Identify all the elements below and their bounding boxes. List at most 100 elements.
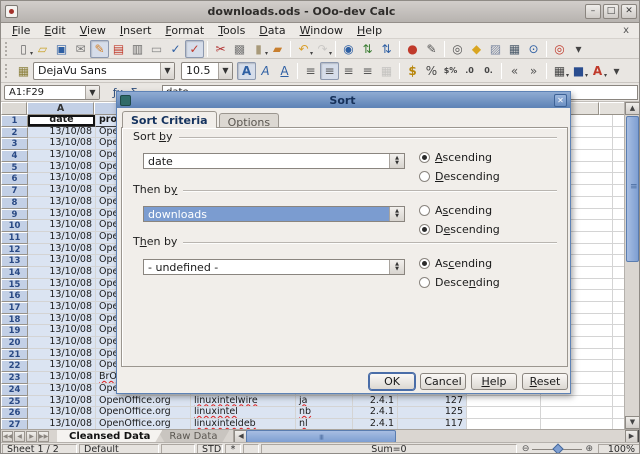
document-as-email-button[interactable]: ✉: [71, 40, 90, 58]
menu-insert[interactable]: Insert: [113, 23, 159, 38]
then-by-2-ascending-radio[interactable]: Ascending: [419, 256, 492, 270]
then-by-1-ascending-radio[interactable]: Ascending: [419, 203, 492, 217]
toolbar-overflow-button[interactable]: ▾: [569, 40, 588, 58]
cell-A3[interactable]: 13/10/08: [28, 138, 96, 150]
background-color-button[interactable]: ■▾: [569, 62, 588, 80]
row-header-17[interactable]: 17: [1, 302, 28, 314]
cell-styles-button[interactable]: ▦: [14, 62, 33, 80]
gallery-button[interactable]: ▨: [486, 40, 505, 58]
last-sheet-button[interactable]: ▶▶: [38, 431, 49, 442]
zoom-in-icon[interactable]: ⊕: [585, 444, 593, 454]
format-paintbrush-button[interactable]: ▰: [268, 40, 287, 58]
cell-A12[interactable]: 13/10/08: [28, 244, 96, 256]
navigator-button[interactable]: ◆: [467, 40, 486, 58]
cell-A22[interactable]: 13/10/08: [28, 360, 96, 372]
menu-data[interactable]: Data: [252, 23, 292, 38]
menu-window[interactable]: Window: [293, 23, 350, 38]
cell-A26[interactable]: 13/10/08: [28, 407, 96, 419]
cell-A14[interactable]: 13/10/08: [28, 267, 96, 279]
row-header-20[interactable]: 20: [1, 337, 28, 349]
chevron-down-icon[interactable]: ▼: [218, 63, 232, 79]
maximize-button[interactable]: □: [603, 4, 619, 19]
ok-button[interactable]: OK: [369, 373, 415, 390]
cell-A24[interactable]: 13/10/08: [28, 384, 96, 396]
cell-A17[interactable]: 13/10/08: [28, 302, 96, 314]
menu-edit[interactable]: Edit: [37, 23, 72, 38]
reset-button[interactable]: Reset: [522, 373, 568, 390]
row-header-8[interactable]: 8: [1, 197, 28, 209]
select-all-corner[interactable]: [1, 102, 27, 115]
name-box[interactable]: A1:F29 ▼: [4, 85, 100, 100]
cell-A9[interactable]: 13/10/08: [28, 209, 96, 221]
row-header-25[interactable]: 25: [1, 396, 28, 408]
cell-F25[interactable]: 127: [398, 396, 467, 408]
zoom-slider-thumb[interactable]: [553, 443, 564, 454]
spellcheck-button[interactable]: ✓: [166, 40, 185, 58]
cell-A6[interactable]: 13/10/08: [28, 173, 96, 185]
sort-by-combo[interactable]: date▲▼: [143, 153, 405, 169]
row-header-13[interactable]: 13: [1, 255, 28, 267]
increase-indent-button[interactable]: »: [524, 62, 543, 80]
cancel-button[interactable]: Cancel: [420, 373, 466, 390]
cell-A21[interactable]: 13/10/08: [28, 349, 96, 361]
cell-B25[interactable]: OpenOffice.org: [96, 396, 191, 408]
zoom-out-icon[interactable]: ⊖: [522, 444, 530, 454]
row-header-5[interactable]: 5: [1, 162, 28, 174]
dialog-close-button[interactable]: ✕: [554, 94, 567, 107]
cell-A23[interactable]: 13/10/08: [28, 372, 96, 384]
align-center-button[interactable]: ≡: [320, 62, 339, 80]
radio-unselected-icon[interactable]: [419, 171, 430, 182]
menu-format[interactable]: Format: [158, 23, 211, 38]
help-button[interactable]: Help: [471, 373, 517, 390]
spinner-icon[interactable]: ▲▼: [389, 260, 404, 274]
chevron-down-icon[interactable]: ▼: [160, 63, 174, 79]
number-format-percent-button[interactable]: %: [422, 62, 441, 80]
previous-sheet-button[interactable]: ◀: [14, 431, 25, 442]
add-decimal-place-button[interactable]: .0: [460, 62, 479, 80]
cell-F27[interactable]: 117: [398, 419, 467, 429]
row-header-15[interactable]: 15: [1, 279, 28, 291]
cell-A18[interactable]: 13/10/08: [28, 314, 96, 326]
menu-help[interactable]: Help: [350, 23, 389, 38]
row-header-12[interactable]: 12: [1, 244, 28, 256]
cell-H26[interactable]: [541, 407, 613, 419]
horizontal-scrollbar[interactable]: ◀ ▶: [233, 430, 640, 442]
cell-A15[interactable]: 13/10/08: [28, 279, 96, 291]
chevron-down-icon[interactable]: ▼: [85, 86, 99, 99]
cut-button[interactable]: ✂: [211, 40, 230, 58]
font-name-combo[interactable]: DejaVu Sans ▼: [33, 62, 175, 80]
cell-A10[interactable]: 13/10/08: [28, 220, 96, 232]
radio-unselected-icon[interactable]: [419, 277, 430, 288]
row-header-3[interactable]: 3: [1, 138, 28, 150]
cell-H27[interactable]: [541, 419, 613, 429]
cell-A8[interactable]: 13/10/08: [28, 197, 96, 209]
cell-B26[interactable]: OpenOffice.org: [96, 407, 191, 419]
row-header-26[interactable]: 26: [1, 407, 28, 419]
cell-G27[interactable]: [467, 419, 541, 429]
vertical-scrollbar[interactable]: ▲ ▼: [624, 102, 639, 429]
edit-file-button[interactable]: ✎: [90, 40, 109, 58]
cell-C25[interactable]: linuxintelwire: [191, 396, 296, 408]
cell-A2[interactable]: 13/10/08: [28, 127, 96, 139]
close-button[interactable]: ✕: [621, 4, 637, 19]
draw-functions-button[interactable]: ✎: [422, 40, 441, 58]
row-header-9[interactable]: 9: [1, 209, 28, 221]
cell-A7[interactable]: 13/10/08: [28, 185, 96, 197]
radio-unselected-icon[interactable]: [419, 205, 430, 216]
spinner-icon[interactable]: ▲▼: [389, 154, 404, 168]
close-document-button[interactable]: x: [615, 25, 637, 36]
cell-A27[interactable]: 13/10/08: [28, 419, 96, 429]
sort-descending-button[interactable]: ⇅: [377, 40, 396, 58]
hyperlink-button[interactable]: ◉: [339, 40, 358, 58]
tab-sort-criteria[interactable]: Sort Criteria: [122, 111, 217, 128]
cell-F26[interactable]: 125: [398, 407, 467, 419]
row-header-14[interactable]: 14: [1, 267, 28, 279]
copy-button[interactable]: ▩: [230, 40, 249, 58]
underline-button[interactable]: A: [275, 62, 294, 80]
cell-B27[interactable]: OpenOffice.org: [96, 419, 191, 429]
menu-tools[interactable]: Tools: [211, 23, 252, 38]
row-header-6[interactable]: 6: [1, 173, 28, 185]
column-header-A[interactable]: A: [27, 102, 93, 115]
scroll-up-button[interactable]: ▲: [625, 102, 640, 115]
data-sources-button[interactable]: ▦: [505, 40, 524, 58]
